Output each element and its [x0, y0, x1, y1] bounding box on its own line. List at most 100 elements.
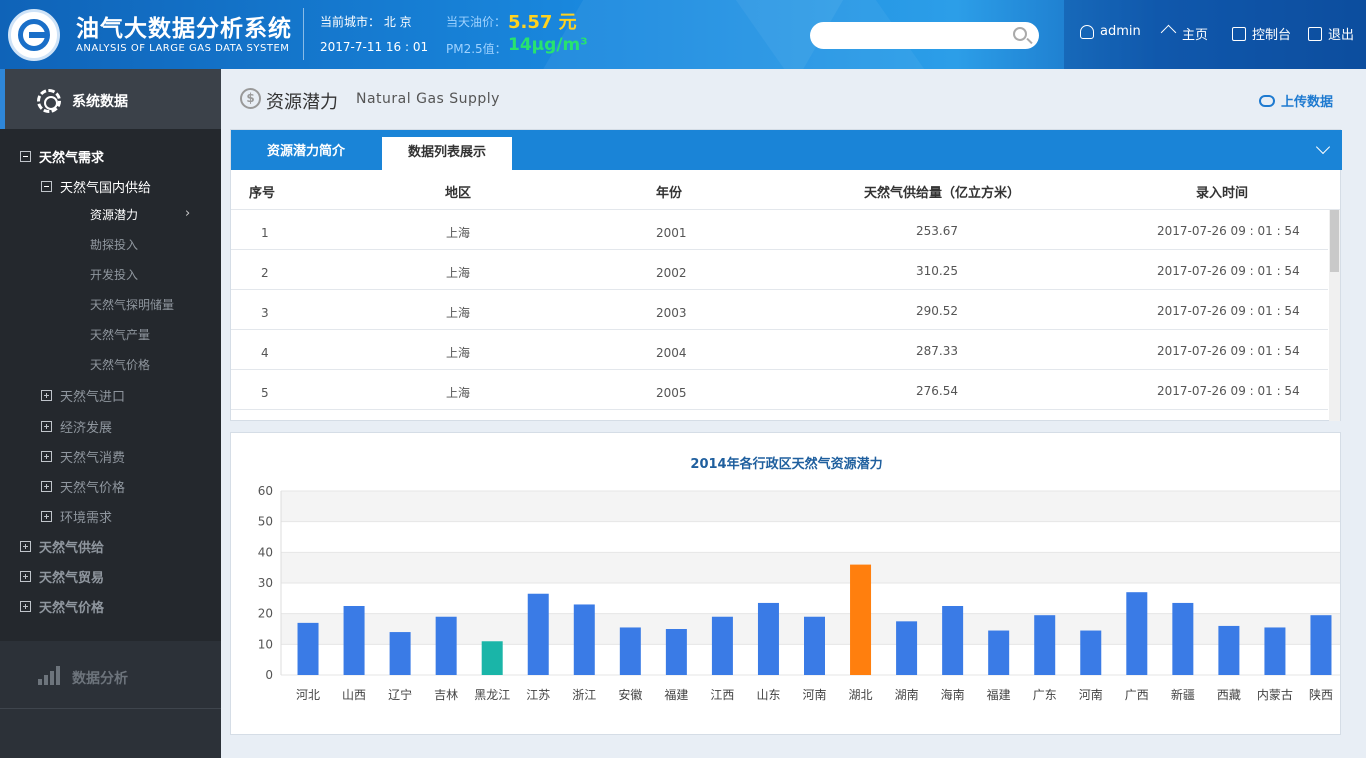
bar — [988, 630, 1010, 675]
collapse-icon[interactable] — [41, 181, 52, 192]
bar — [942, 606, 964, 675]
sidebar: 系统数据 天然气需求 天然气国内供给 资源潜力 › 勘探投入 开发投入 天然气探… — [0, 69, 221, 758]
x-tick-label: 西藏 — [1217, 688, 1241, 702]
column-header: 地区 — [445, 186, 472, 201]
tree-leaf-resource-potential[interactable]: 资源潜力 — [90, 206, 138, 223]
expand-icon[interactable] — [41, 421, 52, 432]
tree-leaf-exploration[interactable]: 勘探投入 — [90, 236, 138, 253]
chart-panel: 2014年各行政区天然气资源潜力 0 10 20 30 40 50 60 河北 山西 辽宁 吉林 黑龙… — [230, 432, 1341, 735]
tab-bar: 资源潜力简介 数据列表展示 — [231, 130, 1342, 170]
tab-data-list[interactable]: 数据列表展示 — [382, 137, 512, 170]
x-tick-label: 湖北 — [849, 687, 873, 702]
sidebar-section-label: 系统数据 — [72, 94, 128, 110]
table-row[interactable]: 5 上海 2005 276.54 2017-07-26 09 : 01 : 54 — [231, 370, 1328, 410]
table-cell: 1 — [261, 226, 269, 240]
expand-icon[interactable] — [41, 481, 52, 492]
bar — [389, 632, 411, 675]
logout-link[interactable]: 退出 — [1308, 24, 1354, 43]
x-tick-label: 河北 — [296, 688, 320, 702]
table-row[interactable]: 4 上海 2004 287.33 2017-07-26 09 : 01 : 54 — [231, 330, 1328, 370]
tree-leaf-price[interactable]: 天然气价格 — [90, 356, 150, 373]
tree-leaf-development[interactable]: 开发投入 — [90, 266, 138, 283]
cloud-upload-icon — [1259, 94, 1275, 107]
scrollbar-thumb[interactable] — [1330, 210, 1339, 272]
chevron-down-icon[interactable] — [1315, 139, 1331, 155]
table-cell: 2005 — [656, 386, 687, 400]
y-tick-label: 50 — [258, 515, 273, 529]
search-input[interactable] — [810, 22, 1039, 49]
page-title: 资源潜力 — [266, 92, 338, 113]
sidebar-section-label: 数据分析 — [72, 671, 128, 687]
tree-node-consumption[interactable]: 天然气消费 — [41, 447, 125, 466]
tab-intro[interactable]: 资源潜力简介 — [231, 130, 381, 170]
home-label: 主页 — [1182, 28, 1209, 43]
table-cell: 2003 — [656, 306, 687, 320]
sidebar-section-system-data[interactable]: 系统数据 — [0, 69, 221, 129]
x-tick-label: 新疆 — [1171, 687, 1195, 702]
home-link[interactable]: 主页 — [1162, 24, 1208, 43]
bar — [573, 604, 595, 675]
table-scrollbar[interactable] — [1329, 210, 1340, 421]
column-header: 年份 — [656, 186, 683, 201]
tree-node-price-top[interactable]: 天然气价格 — [20, 597, 104, 616]
x-tick-label: 河南 — [802, 687, 826, 702]
user-icon — [1080, 24, 1094, 39]
bar — [297, 622, 319, 675]
sidebar-tree: 天然气需求 天然气国内供给 资源潜力 › 勘探投入 开发投入 天然气探明储量 天… — [0, 129, 221, 641]
tree-node-import[interactable]: 天然气进口 — [41, 386, 125, 405]
grid-band — [281, 491, 1340, 522]
bar — [1034, 615, 1056, 675]
expand-icon[interactable] — [41, 390, 52, 401]
table-cell: 310.25 — [916, 264, 958, 278]
tree-node-gas-price[interactable]: 天然气价格 — [41, 477, 125, 496]
upload-button[interactable]: 上传数据 — [1259, 91, 1333, 110]
search-icon[interactable] — [1013, 27, 1027, 41]
table-header: 序号 地区 年份 天然气供给量（亿立方米） 录入时间 — [231, 170, 1340, 210]
table-cell: 上海 — [446, 266, 471, 280]
bar — [757, 602, 779, 675]
expand-icon[interactable] — [41, 511, 52, 522]
tree-node-economy[interactable]: 经济发展 — [41, 417, 112, 436]
table-row[interactable]: 3 上海 2003 290.52 2017-07-26 09 : 01 : 54 — [231, 290, 1328, 330]
tree-node-trade[interactable]: 天然气贸易 — [20, 567, 104, 586]
expand-icon[interactable] — [20, 571, 31, 582]
tree-leaf-reserves[interactable]: 天然气探明储量 — [90, 296, 174, 313]
x-tick-label: 江西 — [710, 688, 734, 702]
table-row[interactable]: 2 上海 2002 310.25 2017-07-26 09 : 01 : 54 — [231, 250, 1328, 290]
tree-node-label: 天然气消费 — [60, 451, 126, 466]
tree-node-environment[interactable]: 环境需求 — [41, 507, 112, 526]
table-cell: 上海 — [446, 226, 471, 240]
table-cell: 2017-07-26 09 : 01 : 54 — [1157, 304, 1300, 318]
current-city: 当前城市： 北 京 — [320, 15, 412, 29]
tree-node-demand[interactable]: 天然气需求 — [20, 147, 104, 166]
tree-node-domestic-supply[interactable]: 天然气国内供给 — [41, 177, 151, 196]
y-tick-label: 20 — [258, 607, 273, 621]
tree-node-label: 天然气国内供给 — [60, 181, 152, 196]
table-cell: 上海 — [446, 386, 471, 400]
data-panel: 资源潜力简介 数据列表展示 序号 地区 年份 天然气供给量（亿立方米） 录入时间… — [230, 129, 1342, 421]
user-menu[interactable]: admin — [1080, 24, 1141, 39]
sidebar-section-analysis[interactable]: 数据分析 — [0, 641, 221, 709]
header-divider — [303, 8, 304, 60]
tree-leaf-production[interactable]: 天然气产量 — [90, 326, 150, 343]
tree-node-label: 经济发展 — [60, 421, 113, 436]
console-link[interactable]: 控制台 — [1232, 24, 1291, 43]
expand-icon[interactable] — [41, 451, 52, 462]
bar — [711, 616, 733, 675]
expand-icon[interactable] — [20, 541, 31, 552]
expand-icon[interactable] — [20, 601, 31, 612]
table-row[interactable]: 1 上海 2001 253.67 2017-07-26 09 : 01 : 54 — [231, 210, 1328, 250]
home-icon — [1162, 27, 1176, 41]
x-tick-label: 湖南 — [895, 687, 919, 702]
current-datetime: 2017-7-11 16 : 01 — [320, 40, 429, 54]
chevron-right-icon: › — [185, 206, 191, 221]
x-tick-label: 山东 — [756, 688, 780, 702]
table-cell: 2017-07-26 09 : 01 : 54 — [1157, 224, 1300, 238]
collapse-icon[interactable] — [20, 151, 31, 162]
column-header: 天然气供给量（亿立方米） — [864, 186, 1021, 201]
tree-node-supply[interactable]: 天然气供给 — [20, 537, 104, 556]
bar — [343, 606, 365, 675]
table-cell: 4 — [261, 346, 269, 360]
logout-icon — [1308, 26, 1322, 41]
x-tick-label: 海南 — [941, 687, 965, 702]
